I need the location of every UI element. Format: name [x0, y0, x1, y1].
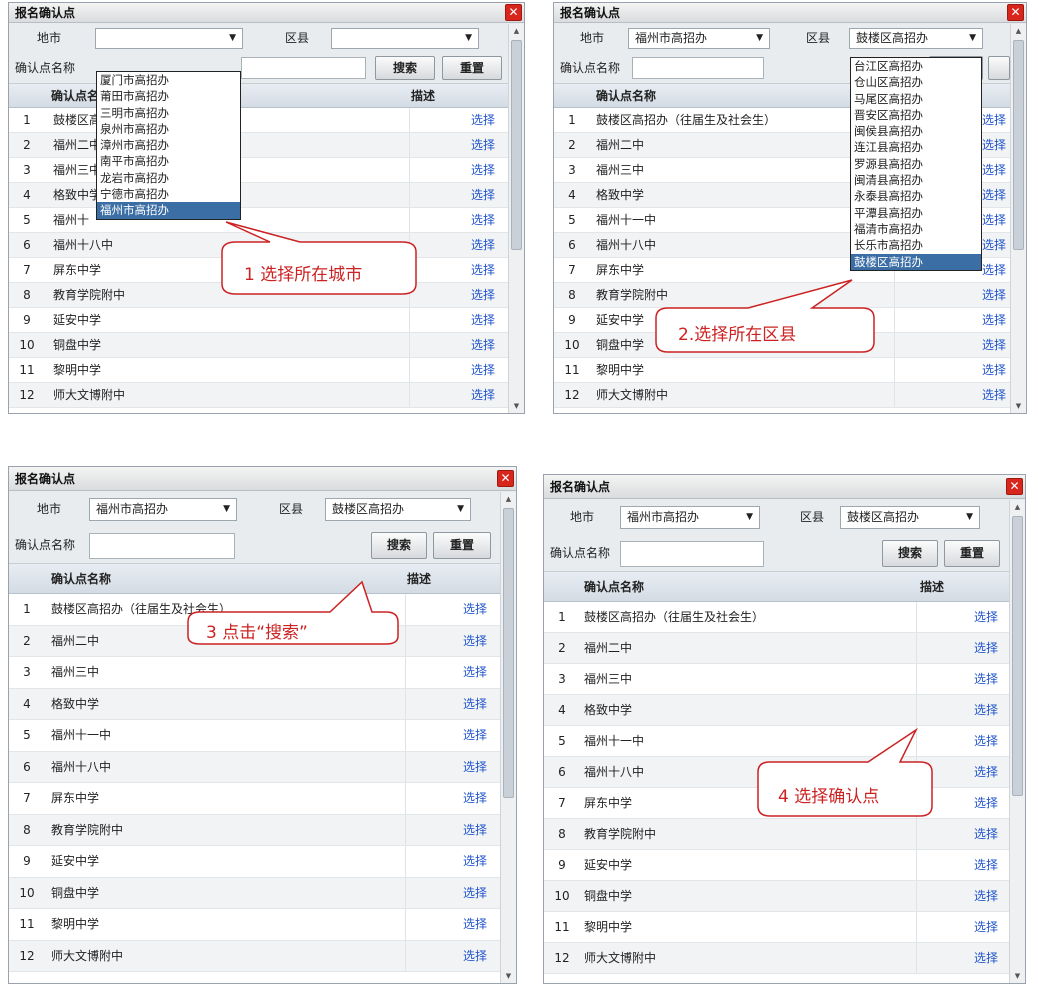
callout-step4: 4 选择确认点 [778, 787, 880, 807]
callout-step2: 2.选择所在区县 [678, 325, 797, 345]
callout-step1: 1 选择所在城市 [244, 265, 363, 285]
callout-bubble-4 [757, 727, 933, 817]
callout-step3: 3 点击“搜索” [206, 623, 308, 643]
